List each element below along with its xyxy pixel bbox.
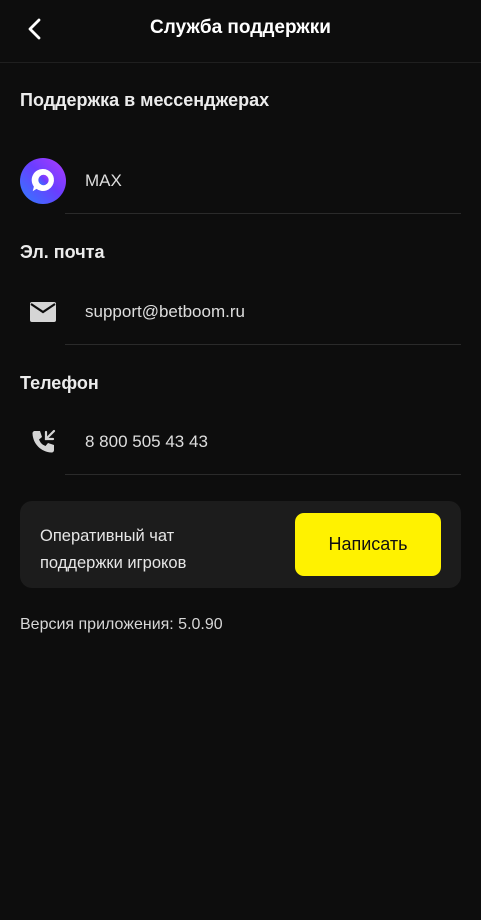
page-title: Служба поддержки — [150, 17, 331, 38]
write-message-button[interactable]: Написать — [295, 513, 441, 576]
max-messenger-icon — [20, 158, 66, 204]
support-chat-card: Оперативный чат поддержки игроков Написа… — [20, 501, 461, 588]
divider — [65, 474, 461, 475]
phone-icon — [20, 419, 66, 465]
messengers-section-title: Поддержка в мессенджерах — [20, 90, 270, 110]
messenger-max-label: MAX — [85, 171, 122, 190]
support-chat-text-line2: поддержки игроков — [40, 554, 187, 572]
divider — [65, 213, 461, 214]
app-version-text: Версия приложения: 5.0.90 — [20, 616, 223, 633]
phone-value: 8 800 505 43 43 — [85, 432, 208, 451]
email-section-title: Эл. почта — [20, 242, 105, 262]
support-chat-text-line1: Оперативный чат — [40, 527, 175, 545]
email-value: support@betboom.ru — [85, 302, 245, 321]
divider — [65, 344, 461, 345]
top-app-bar: Служба поддержки — [0, 0, 481, 63]
mail-icon — [20, 289, 66, 335]
phone-section-title: Телефон — [20, 373, 99, 393]
support-chat-description: Оперативный чат поддержки игроков — [40, 523, 280, 577]
